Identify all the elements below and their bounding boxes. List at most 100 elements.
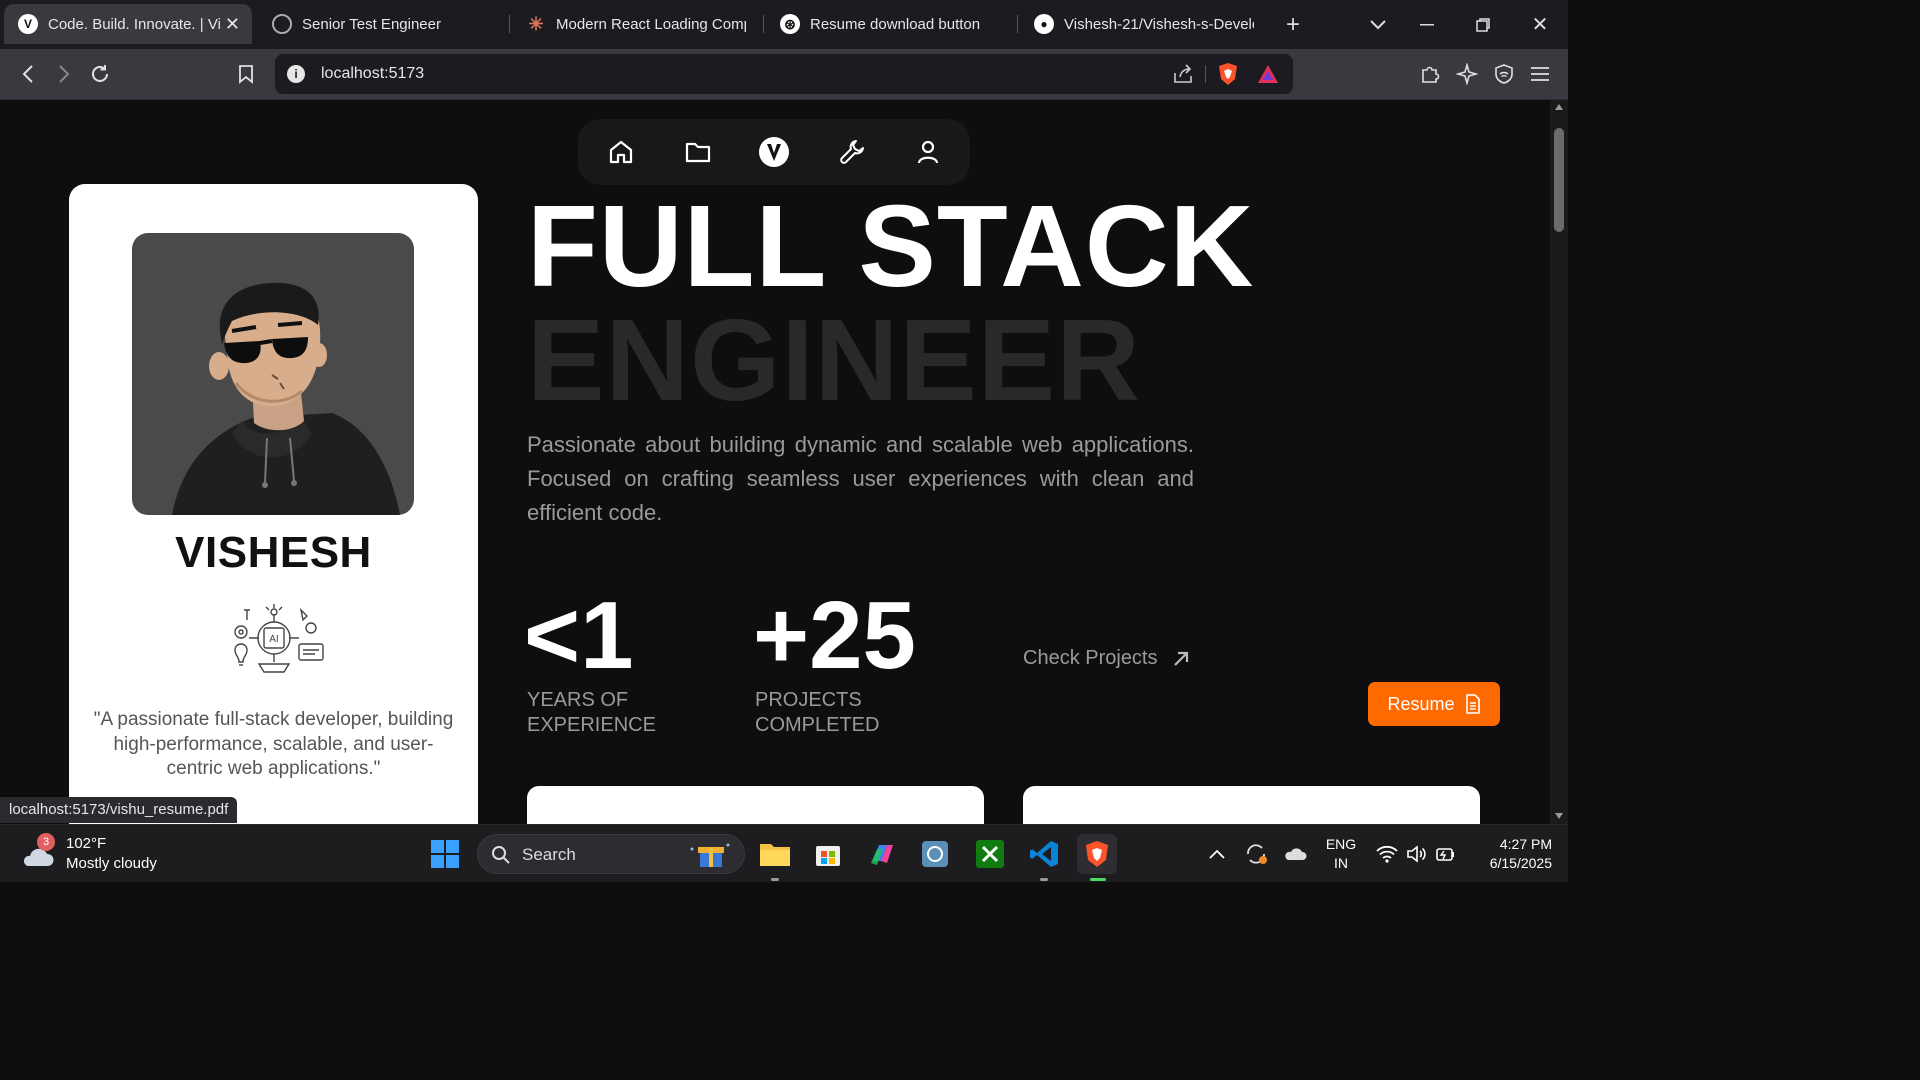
battery-icon[interactable] xyxy=(1426,834,1466,874)
clock-date: 6/15/2025 xyxy=(1489,855,1552,871)
menu-icon[interactable] xyxy=(1524,59,1556,89)
search-label: Search xyxy=(522,845,576,864)
brave-shield-icon[interactable] xyxy=(1217,62,1239,91)
bookmark-icon[interactable] xyxy=(230,59,262,89)
microsoft-store-icon[interactable] xyxy=(808,834,848,874)
avatar xyxy=(132,233,414,515)
v-logo-icon: V xyxy=(18,14,38,34)
gift-icon xyxy=(690,843,730,867)
taskbar-search[interactable]: Search xyxy=(477,834,745,874)
hero-description: Passionate about building dynamic and sc… xyxy=(527,432,1194,525)
ai-brain-icon: AI xyxy=(219,602,329,678)
check-projects-link[interactable]: Check Projects xyxy=(1023,647,1190,670)
page-content: VISHESH AI "A passionate full-stack deve… xyxy=(0,100,1550,824)
running-indicator xyxy=(1040,878,1048,881)
tab-resume-button[interactable]: ⊛ Resume download button xyxy=(766,5,1014,43)
close-tab-icon[interactable]: ✕ xyxy=(225,14,240,35)
brave-browser-icon[interactable] xyxy=(1077,834,1117,874)
close-window-button[interactable]: ✕ xyxy=(1517,0,1563,49)
file-explorer-icon[interactable] xyxy=(755,834,795,874)
tab-label: Resume download button xyxy=(810,15,981,33)
share-icon[interactable] xyxy=(1172,63,1194,90)
tab-separator xyxy=(763,15,764,33)
folder-icon[interactable] xyxy=(681,135,715,169)
tab-list-button[interactable] xyxy=(1355,0,1401,49)
check-projects-label: Check Projects xyxy=(1023,647,1158,669)
document-icon xyxy=(1465,694,1480,714)
resume-button[interactable]: Resume xyxy=(1368,682,1500,726)
project-card[interactable] xyxy=(527,786,984,824)
tab-active[interactable]: V Code. Build. Innovate. | Vi ✕ xyxy=(4,4,252,44)
clock-time: 4:27 PM xyxy=(1499,836,1552,852)
user-icon[interactable] xyxy=(911,135,945,169)
xbox-icon[interactable] xyxy=(970,834,1010,874)
profile-card: VISHESH AI "A passionate full-stack deve… xyxy=(69,184,478,824)
arrow-up-right-icon xyxy=(1173,651,1188,666)
home-icon[interactable] xyxy=(604,135,638,169)
stat-projects-value: +25 xyxy=(753,582,916,689)
running-indicator xyxy=(771,878,779,881)
openai-icon: ⊛ xyxy=(780,14,800,34)
top-nav xyxy=(578,119,970,185)
tab-label: Code. Build. Innovate. | Vi xyxy=(48,15,220,33)
scroll-thumb[interactable] xyxy=(1554,128,1564,232)
page-scrollbar[interactable] xyxy=(1550,100,1568,824)
tab-label: Senior Test Engineer xyxy=(302,15,441,33)
globe-icon xyxy=(272,14,292,34)
clock[interactable]: 4:27 PM 6/15/2025 xyxy=(1466,835,1552,873)
tab-senior-test-engineer[interactable]: Senior Test Engineer xyxy=(258,5,504,43)
weather-widget[interactable]: 3 102°F Mostly cloudy xyxy=(20,833,157,875)
onedrive-icon[interactable] xyxy=(1275,834,1315,874)
tab-label: Modern React Loading Comp xyxy=(556,15,746,33)
resume-label: Resume xyxy=(1387,693,1455,714)
back-button[interactable] xyxy=(12,59,44,89)
reload-button[interactable] xyxy=(84,59,116,89)
browser-tab-bar: V Code. Build. Innovate. | Vi ✕ Senior T… xyxy=(0,0,1568,49)
tab-react-loading[interactable]: ✳ Modern React Loading Comp xyxy=(512,5,760,43)
scroll-down-icon[interactable] xyxy=(1554,812,1564,820)
claude-icon: ✳ xyxy=(528,13,544,34)
language-region: IN xyxy=(1334,855,1348,871)
hero-title-line2: ENGINEER xyxy=(527,295,1141,425)
tab-separator xyxy=(1017,15,1018,33)
forward-button[interactable] xyxy=(48,59,80,89)
copilot-icon[interactable] xyxy=(862,834,902,874)
brave-rewards-icon[interactable] xyxy=(1257,64,1279,89)
minimize-button[interactable] xyxy=(1404,0,1450,49)
github-icon: ● xyxy=(1034,14,1054,34)
url-divider xyxy=(1205,65,1206,83)
hero-title-line1: FULL STACK xyxy=(527,181,1255,311)
weather-desc: Mostly cloudy xyxy=(66,855,157,872)
leo-ai-icon[interactable] xyxy=(1451,59,1483,89)
status-bar-link: localhost:5173/vishu_resume.pdf xyxy=(0,797,238,823)
address-bar[interactable]: i localhost:5173 xyxy=(275,54,1293,94)
browser-toolbar: i localhost:5173 xyxy=(0,49,1568,100)
url-text: localhost:5173 xyxy=(321,65,425,82)
chevron-up-icon[interactable] xyxy=(1197,834,1237,874)
windows-start-icon[interactable] xyxy=(425,834,465,874)
extensions-icon[interactable] xyxy=(1414,59,1446,89)
vpn-icon[interactable] xyxy=(1488,59,1520,89)
active-app-indicator xyxy=(1090,878,1106,881)
site-info-icon[interactable]: i xyxy=(287,65,305,83)
ai-chip-label: AI xyxy=(269,634,278,645)
language-indicator[interactable]: ENG IN xyxy=(1320,835,1362,873)
restore-button[interactable] xyxy=(1460,0,1506,49)
tab-github[interactable]: ● Vishesh-21/Vishesh-s-Develo xyxy=(1020,5,1268,43)
weather-temp: 102°F xyxy=(66,835,107,852)
search-icon xyxy=(492,846,510,864)
new-tab-button[interactable]: + xyxy=(1270,0,1316,49)
app-icon[interactable] xyxy=(915,834,955,874)
v-logo-icon[interactable] xyxy=(757,135,791,169)
project-card[interactable] xyxy=(1023,786,1480,824)
profile-quote: "A passionate full-stack developer, buil… xyxy=(93,709,454,779)
tab-label: Vishesh-21/Vishesh-s-Develo xyxy=(1064,15,1254,33)
profile-name: VISHESH xyxy=(175,528,372,577)
stat-projects-label: PROJECTS COMPLETED xyxy=(755,689,880,736)
language-code: ENG xyxy=(1325,836,1357,852)
vscode-icon[interactable] xyxy=(1024,834,1064,874)
weather-badge: 3 xyxy=(37,833,55,851)
scroll-up-icon[interactable] xyxy=(1554,103,1564,111)
sync-icon[interactable] xyxy=(1236,834,1276,874)
wrench-icon[interactable] xyxy=(835,135,869,169)
